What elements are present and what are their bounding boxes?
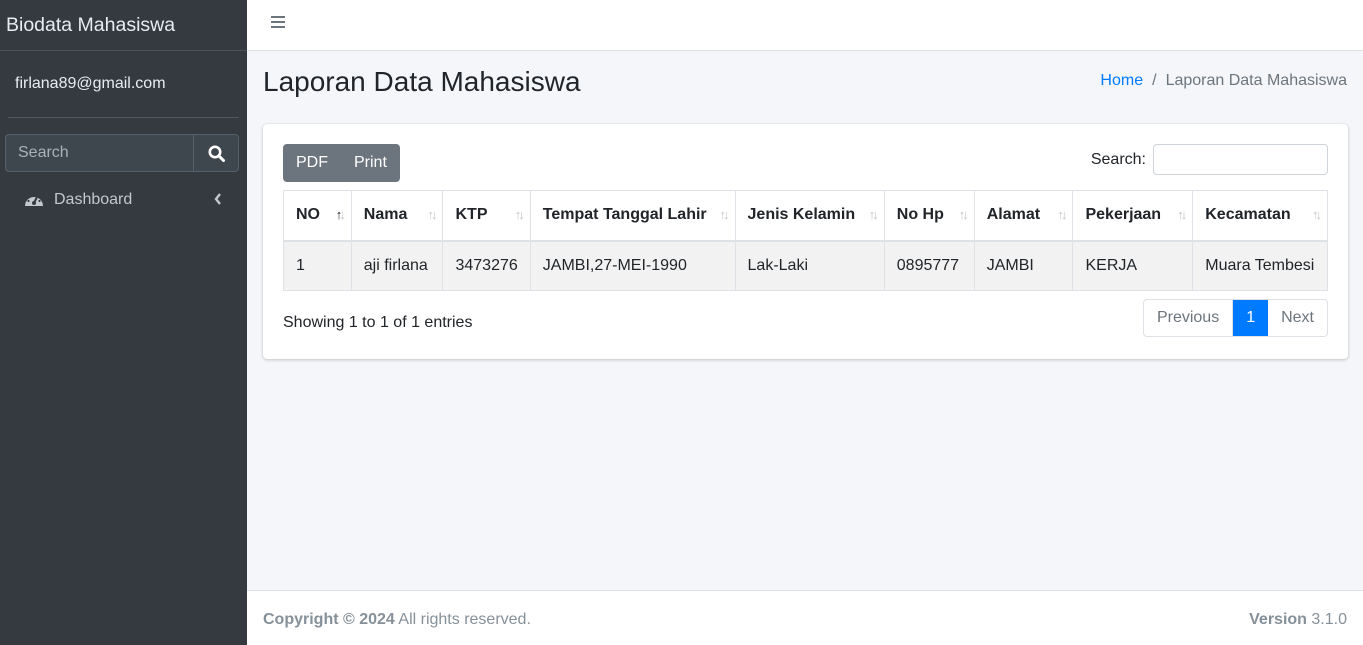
sort-icon: ↑↓ <box>719 207 730 222</box>
sort-icon: ↑↓ <box>427 207 437 222</box>
column-header-ktp[interactable]: KTP ↑↓ <box>442 190 531 242</box>
sort-icon: ↑↓ <box>958 207 969 222</box>
sort-icon: ↑↓ <box>868 207 879 222</box>
version-label: Version <box>1249 611 1307 628</box>
export-button-group: PDF Print <box>283 144 400 182</box>
sidebar: Biodata Mahasiswa firlana89@gmail.com Se… <box>0 0 247 645</box>
pagination-page-1[interactable]: 1 <box>1233 300 1269 336</box>
column-header-kecamatan[interactable]: Kecamatan ↑↓ <box>1192 190 1328 242</box>
sidebar-search-input[interactable]: Search <box>5 134 193 172</box>
sidebar-item-dashboard[interactable]: Dashboard <box>8 181 239 219</box>
column-header-nama[interactable]: Nama ↑↓ <box>350 190 444 242</box>
user-email: firlana89@gmail.com <box>15 75 166 92</box>
cell-tempat-tanggal-lahir: JAMBI,27-MEI-1990 <box>529 240 736 291</box>
footer-version: Version 3.1.0 <box>1249 611 1347 629</box>
tachometer-icon <box>25 193 43 206</box>
breadcrumb-separator: / <box>1152 72 1157 89</box>
sort-icon: ↑↓ <box>514 207 525 222</box>
column-header-jenis-kelamin[interactable]: Jenis Kelamin ↑↓ <box>734 190 885 242</box>
sidebar-search-button[interactable] <box>193 134 239 172</box>
rights-text: All rights reserved. <box>398 611 531 628</box>
column-header-tempat-tanggal-lahir[interactable]: Tempat Tanggal Lahir ↑↓ <box>529 190 736 242</box>
cell-ktp: 3473276 <box>442 240 531 291</box>
sidebar-search: Search <box>5 134 239 172</box>
sort-icon: ↑↓ <box>1057 207 1067 222</box>
menu-icon[interactable] <box>271 15 285 29</box>
breadcrumb: Home / Laporan Data Mahasiswa <box>1100 72 1347 90</box>
column-header-pekerjaan[interactable]: Pekerjaan ↑↓ <box>1072 190 1194 242</box>
table-search-label: Search: <box>1090 150 1146 168</box>
column-header-alamat[interactable]: Alamat ↑↓ <box>973 190 1074 242</box>
column-header-no[interactable]: NO ↑↓ <box>283 190 352 242</box>
table-header-row: NO ↑↓ Nama ↑↓ KTP ↑↓ Tempat Tanggal Lahir ↑↓… <box>283 190 1328 242</box>
sort-icon: ↑↓ <box>1312 207 1322 222</box>
cell-jenis-kelamin: Lak-Laki <box>734 240 885 291</box>
breadcrumb-home-link[interactable]: Home <box>1100 72 1143 90</box>
cell-no-hp: 0895777 <box>883 240 975 291</box>
footer-copyright: Copyright © 2024 All rights reserved. <box>263 611 531 629</box>
print-button[interactable]: Print <box>341 144 400 182</box>
pagination-previous[interactable]: Previous <box>1144 300 1234 336</box>
sort-asc-icon: ↑↓ <box>335 207 346 222</box>
table-search: Search: <box>1091 144 1328 175</box>
pagination: Previous 1 Next <box>1142 299 1328 337</box>
chevron-left-icon <box>214 193 221 205</box>
cell-nama: aji firlana <box>350 240 444 291</box>
table-row: 1 aji firlana 3473276 JAMBI,27-MEI-1990 … <box>283 240 1328 291</box>
top-navbar <box>247 0 1363 51</box>
cell-no: 1 <box>283 240 352 291</box>
sidebar-item-label: Dashboard <box>54 191 133 208</box>
copyright-text: Copyright © 2024 <box>263 611 395 628</box>
cell-kecamatan: Muara Tembesi <box>1192 240 1328 291</box>
pagination-next[interactable]: Next <box>1268 300 1327 336</box>
footer: Copyright © 2024 All rights reserved. Ve… <box>247 590 1363 645</box>
brand-link[interactable]: Biodata Mahasiswa <box>0 0 247 51</box>
breadcrumb-current: Laporan Data Mahasiswa <box>1165 72 1347 89</box>
brand-text: Biodata Mahasiswa <box>6 13 176 36</box>
user-panel[interactable]: firlana89@gmail.com <box>8 51 239 118</box>
page-title: Laporan Data Mahasiswa <box>263 66 581 97</box>
table-search-input[interactable] <box>1153 144 1328 175</box>
search-icon <box>208 145 225 162</box>
cell-alamat: JAMBI <box>973 240 1074 291</box>
version-number: 3.1.0 <box>1311 611 1347 628</box>
pdf-button[interactable]: PDF <box>283 144 341 182</box>
column-header-no-hp[interactable]: No Hp ↑↓ <box>883 190 975 242</box>
report-card: PDF Print Search: NO ↑↓ Nama ↑↓ KTP ↑↓ Temp… <box>263 124 1348 359</box>
cell-pekerjaan: KERJA <box>1072 240 1194 291</box>
data-table: NO ↑↓ Nama ↑↓ KTP ↑↓ Tempat Tanggal Lahir ↑↓… <box>283 190 1328 291</box>
sort-icon: ↑↓ <box>1177 207 1187 222</box>
table-info: Showing 1 to 1 of 1 entries <box>283 314 473 331</box>
